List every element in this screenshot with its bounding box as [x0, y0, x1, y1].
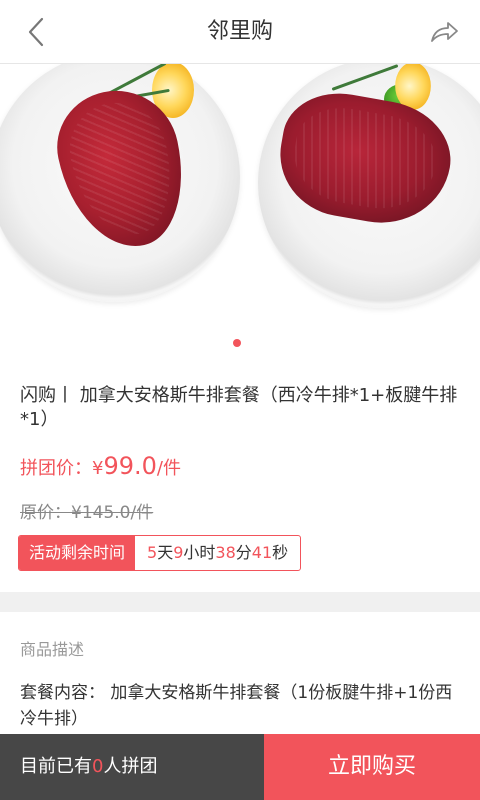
group-count-number: 0 — [92, 756, 104, 777]
description-heading: 商品描述 — [20, 640, 85, 659]
section-divider — [0, 592, 480, 612]
description-content: 套餐内容： 加拿大安格斯牛排套餐（1份板腱牛排+1份西冷牛排） — [20, 683, 453, 729]
carousel-indicator-dot[interactable] — [233, 339, 241, 347]
countdown-label: 活动剩余时间 — [19, 536, 136, 570]
product-image-carousel[interactable] — [0, 64, 480, 362]
share-arrow-icon — [431, 22, 458, 42]
group-price-label: 拼团价： — [20, 458, 92, 479]
group-count-prefix: 目前已有 — [20, 756, 92, 777]
countdown-days: 5 — [147, 543, 158, 562]
buy-now-button[interactable]: 立即购买 — [264, 734, 480, 800]
group-price-unit: /件 — [156, 458, 181, 479]
product-title: 闪购丨 加拿大安格斯牛排套餐（西冷牛排*1+板腱牛排*1） — [20, 385, 458, 430]
group-count-suffix: 人拼团 — [103, 756, 158, 777]
share-button[interactable] — [426, 16, 462, 48]
countdown-value: 5天9小时38分41秒 — [135, 536, 300, 570]
original-price: 原价：¥145.0/件 — [20, 503, 154, 523]
countdown-seconds: 41 — [251, 543, 273, 562]
bottom-action-bar: 目前已有0人拼团 立即购买 — [0, 734, 480, 800]
page-title: 邻里购 — [206, 19, 273, 44]
countdown-hours-unit: 小时 — [183, 543, 216, 562]
group-buy-price: 拼团价：¥99.0/件 — [20, 452, 181, 480]
top-navigation-bar: 邻里购 — [0, 0, 480, 64]
countdown-minutes-unit: 分 — [235, 543, 252, 562]
activity-countdown: 活动剩余时间 5天9小时38分41秒 — [18, 535, 302, 571]
group-count-status: 目前已有0人拼团 — [0, 734, 264, 800]
countdown-hours: 9 — [173, 543, 184, 562]
countdown-minutes: 38 — [215, 543, 236, 562]
countdown-days-unit: 天 — [157, 543, 174, 562]
group-price-currency: ¥ — [92, 458, 104, 479]
group-price-value: 99.0 — [103, 452, 157, 480]
countdown-seconds-unit: 秒 — [272, 543, 289, 562]
